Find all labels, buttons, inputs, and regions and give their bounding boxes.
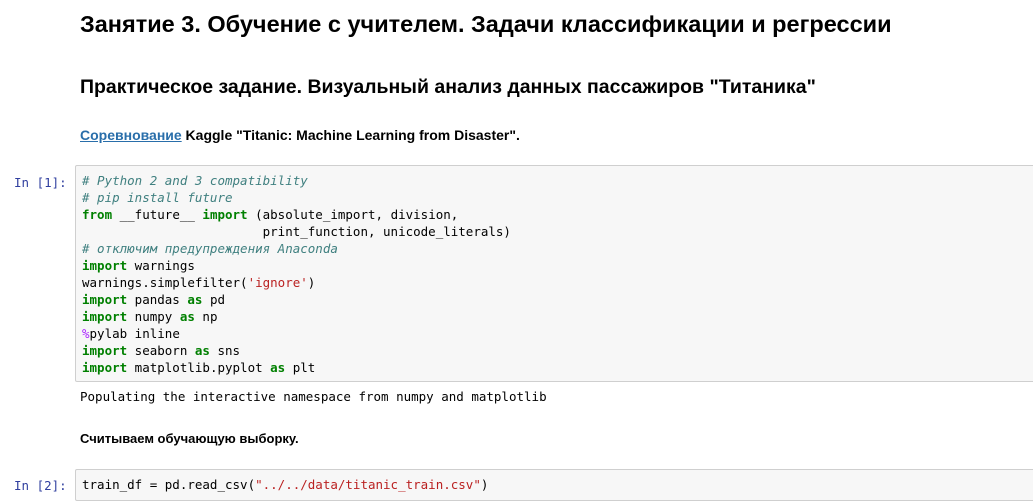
code-token: as bbox=[179, 309, 195, 324]
code-line: import seaborn as sns bbox=[82, 342, 511, 359]
code-token: import bbox=[82, 292, 128, 307]
code-token: matplotlib.pyplot bbox=[127, 360, 271, 375]
code-token: ) bbox=[480, 477, 489, 492]
code-token: as bbox=[194, 343, 210, 358]
code-token: pd bbox=[202, 292, 226, 307]
cell-1-output: Populating the interactive namespace fro… bbox=[80, 389, 547, 404]
cell-1-prompt: In [1]: bbox=[14, 175, 67, 190]
code-cell-2[interactable]: train_df = pd.read_csv("../../data/titan… bbox=[75, 469, 1033, 501]
code-token: "../../data/titanic_train.csv" bbox=[255, 477, 481, 492]
code-token: __future__ bbox=[112, 207, 203, 222]
code-token: % bbox=[82, 326, 90, 341]
code-token: print_function, unicode_literals) bbox=[82, 224, 511, 239]
code-token: import bbox=[82, 343, 128, 358]
code-token: 'ignore' bbox=[247, 275, 308, 290]
code-token: warnings bbox=[127, 258, 195, 273]
code-line: print_function, unicode_literals) bbox=[82, 223, 511, 240]
code-line: train_df = pd.read_csv("../../data/titan… bbox=[82, 476, 488, 493]
code-token: train_df = pd.read_csv( bbox=[82, 477, 256, 492]
markdown-subheading: Считываем обучающую выборку. bbox=[80, 431, 299, 446]
code-token: (absolute_import, division, bbox=[247, 207, 459, 222]
competition-link[interactable]: Соревнование bbox=[80, 127, 182, 143]
code-line: # Python 2 and 3 compatibility bbox=[82, 172, 511, 189]
code-line: %pylab inline bbox=[82, 325, 511, 342]
code-token: # Python 2 and 3 compatibility bbox=[82, 173, 308, 188]
code-token: pylab inline bbox=[89, 326, 180, 341]
code-token: numpy bbox=[127, 309, 180, 324]
code-line: from __future__ import (absolute_import,… bbox=[82, 206, 511, 223]
code-line: # отключим предупреждения Anaconda bbox=[82, 240, 511, 257]
code-token: # отключим предупреждения Anaconda bbox=[82, 241, 338, 256]
code-token: seaborn bbox=[127, 343, 195, 358]
code-token: # pip install future bbox=[82, 190, 233, 205]
section-heading: Практическое задание. Визуальный анализ … bbox=[80, 76, 816, 98]
code-line: import matplotlib.pyplot as plt bbox=[82, 359, 511, 376]
code-cell-1-source[interactable]: # Python 2 and 3 compatibility # pip inst… bbox=[82, 172, 511, 376]
intro-text: Kaggle "Titanic: Machine Learning from D… bbox=[181, 127, 520, 143]
code-line: import pandas as pd bbox=[82, 291, 511, 308]
code-line: # pip install future bbox=[82, 189, 511, 206]
cell-2-prompt: In [2]: bbox=[14, 478, 67, 493]
code-token: plt bbox=[285, 360, 316, 375]
code-line: import numpy as np bbox=[82, 308, 511, 325]
code-token: sns bbox=[209, 343, 241, 358]
code-token: from bbox=[82, 207, 113, 222]
code-token: pandas bbox=[127, 292, 188, 307]
code-line: warnings.simplefilter('ignore') bbox=[82, 274, 511, 291]
code-token: as bbox=[187, 292, 203, 307]
code-token: as bbox=[270, 360, 286, 375]
intro-paragraph: Соревнование Kaggle "Titanic: Machine Le… bbox=[80, 127, 520, 143]
code-cell-2-source[interactable]: train_df = pd.read_csv("../../data/titan… bbox=[82, 476, 488, 493]
code-token: ) bbox=[307, 275, 316, 290]
code-cell-1[interactable]: # Python 2 and 3 compatibility # pip inst… bbox=[75, 165, 1033, 382]
code-token: import bbox=[202, 207, 248, 222]
code-token: import bbox=[82, 258, 128, 273]
page-title: Занятие 3. Обучение с учителем. Задачи к… bbox=[80, 11, 892, 37]
code-token: warnings.simplefilter( bbox=[82, 275, 248, 290]
code-token: import bbox=[82, 360, 128, 375]
code-token: np bbox=[194, 309, 218, 324]
code-token: import bbox=[82, 309, 128, 324]
code-line: import warnings bbox=[82, 257, 511, 274]
